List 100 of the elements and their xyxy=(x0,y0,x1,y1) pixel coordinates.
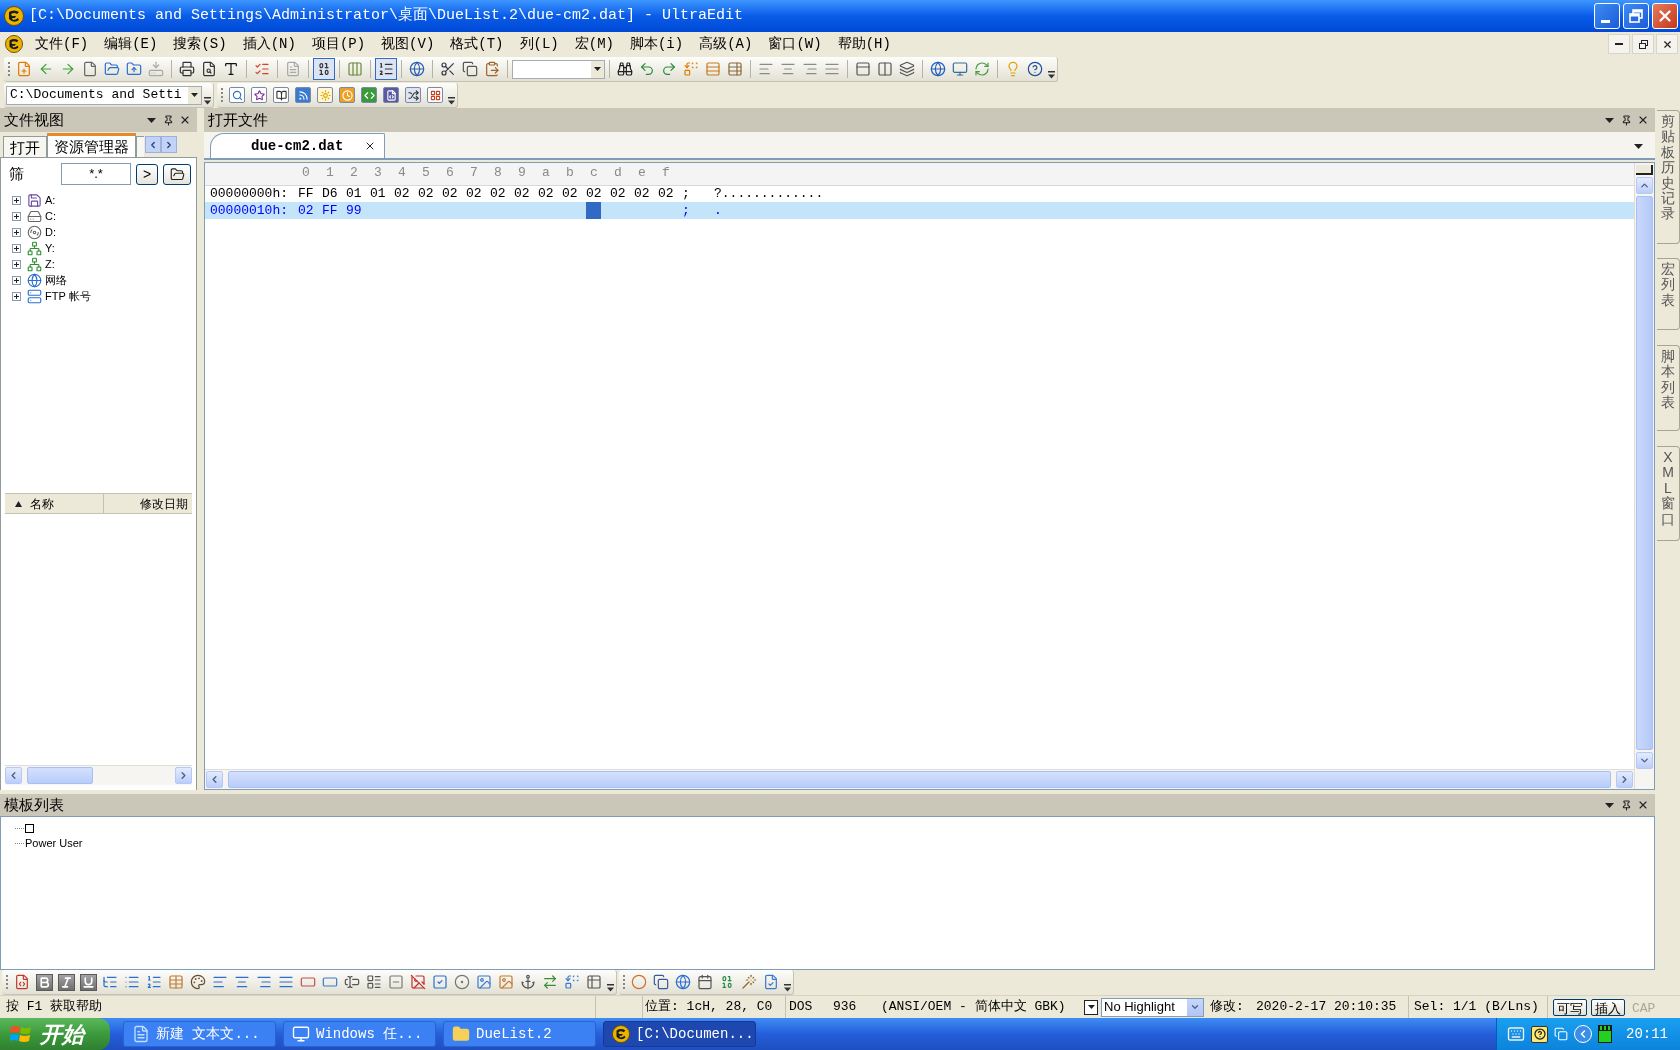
chevron-left-icon[interactable] xyxy=(1574,1025,1592,1043)
apply-filter-button[interactable]: > xyxy=(136,163,158,185)
shuffle-tile-icon[interactable] xyxy=(405,87,421,103)
scroll-right-button[interactable] xyxy=(1616,771,1633,788)
column-header[interactable]: 名称 xyxy=(5,494,104,513)
tree-item[interactable]: Z: xyxy=(45,255,55,273)
search-tile-icon[interactable] xyxy=(229,87,245,103)
close-icon[interactable] xyxy=(364,140,376,152)
dropdown-icon[interactable] xyxy=(1605,802,1614,808)
side-tab[interactable]: 脚本列表 xyxy=(1657,345,1680,431)
underline-icon[interactable] xyxy=(79,973,97,991)
help-icon[interactable] xyxy=(1531,1025,1548,1043)
scroll-left-button[interactable] xyxy=(206,771,223,788)
grip-icon[interactable] xyxy=(623,975,626,989)
tab-scroll-right-button[interactable] xyxy=(161,136,177,153)
grip-icon[interactable] xyxy=(6,975,9,989)
taskbar-button[interactable]: DueList.2 xyxy=(443,1021,596,1047)
panel-tab[interactable] xyxy=(136,136,144,157)
highlight-select[interactable]: No Highlight xyxy=(1101,997,1204,1017)
grip-icon[interactable] xyxy=(221,88,224,102)
restore-button[interactable] xyxy=(1632,34,1654,54)
path-combo-box[interactable]: C:\Documents and Setti xyxy=(6,85,202,105)
menu-item[interactable]: 编辑(E) xyxy=(96,33,166,55)
code-tile-icon[interactable] xyxy=(361,87,377,103)
vertical-scrollbar[interactable] xyxy=(1635,175,1654,769)
file-tab[interactable]: due-cm2.dat xyxy=(210,133,385,158)
close-icon[interactable] xyxy=(1637,799,1649,811)
taskbar-button[interactable]: Windows 任... xyxy=(283,1021,436,1047)
tree-item[interactable]: FTP 帐号 xyxy=(45,287,91,305)
menu-item[interactable]: 视图(V) xyxy=(373,33,443,55)
tree-item[interactable]: D: xyxy=(45,223,56,241)
menu-item[interactable]: 高级(A) xyxy=(691,33,761,55)
scroll-right-button[interactable] xyxy=(175,767,192,784)
expand-plus-icon[interactable] xyxy=(12,211,21,221)
dropdown-arrow-icon[interactable] xyxy=(191,93,198,97)
dropdown-button[interactable] xyxy=(1084,999,1098,1015)
start-button[interactable]: 开始 xyxy=(0,1018,110,1050)
menu-item[interactable]: 帮助(H) xyxy=(829,33,899,55)
splitter-handle[interactable] xyxy=(1636,165,1653,175)
taskbar-button[interactable]: [C:\Documen... xyxy=(603,1021,756,1047)
overflow-chevron-icon[interactable] xyxy=(607,984,614,992)
sun-tile-icon[interactable] xyxy=(317,87,333,103)
side-tab[interactable]: 剪贴板历史记录 xyxy=(1657,110,1680,244)
menu-item[interactable]: 列(L) xyxy=(511,33,567,55)
feed-tile-icon[interactable] xyxy=(295,87,311,103)
side-tab[interactable]: 宏列表 xyxy=(1657,258,1680,330)
close-icon[interactable] xyxy=(1637,114,1649,126)
status-toggle[interactable]: 可写 xyxy=(1553,998,1587,1016)
copy-icon[interactable] xyxy=(1554,1027,1568,1041)
expand-plus-icon[interactable] xyxy=(12,243,21,253)
scroll-down-button[interactable] xyxy=(1636,752,1653,769)
filter-input[interactable]: *.* xyxy=(61,163,131,185)
menu-item[interactable]: 脚本(i) xyxy=(621,33,692,55)
scrollbar-thumb[interactable] xyxy=(27,767,93,784)
dropdown-icon[interactable] xyxy=(1605,117,1614,123)
dropdown-arrow-icon[interactable] xyxy=(594,67,601,71)
close-icon[interactable] xyxy=(179,114,191,126)
status-toggle[interactable]: 插入 xyxy=(1591,998,1625,1016)
star-tile-icon[interactable] xyxy=(251,87,267,103)
dropdown-icon[interactable] xyxy=(1634,144,1643,149)
grip-icon[interactable] xyxy=(8,62,11,76)
tree-item[interactable]: Power User xyxy=(25,835,83,852)
tree-item[interactable]: C: xyxy=(45,207,56,225)
code-file-tile-icon[interactable] xyxy=(383,87,399,103)
minimize-button[interactable] xyxy=(1608,34,1630,54)
dropdown-icon[interactable] xyxy=(147,117,156,123)
panel-tab[interactable]: 打开 xyxy=(3,136,47,157)
menu-item[interactable]: 插入(N) xyxy=(234,33,304,55)
expand-plus-icon[interactable] xyxy=(12,259,21,269)
overflow-chevron-icon[interactable] xyxy=(1048,71,1055,79)
menu-item[interactable]: 项目(P) xyxy=(303,33,374,55)
bold-icon[interactable] xyxy=(35,973,53,991)
expand-plus-icon[interactable] xyxy=(12,195,21,205)
tree-item[interactable]: Y: xyxy=(45,239,55,257)
menu-item[interactable]: 搜索(S) xyxy=(165,33,235,55)
book-tile-icon[interactable] xyxy=(273,87,289,103)
taskbar-button[interactable]: 新建 文本文... xyxy=(123,1021,276,1047)
expand-plus-icon[interactable] xyxy=(12,275,21,285)
close-button[interactable] xyxy=(1656,34,1678,54)
browse-folder-button[interactable] xyxy=(163,163,191,185)
overflow-chevron-icon[interactable] xyxy=(784,984,791,992)
italic-icon[interactable] xyxy=(57,973,75,991)
overflow-chevron-icon[interactable] xyxy=(448,97,455,105)
menu-item[interactable]: 窗口(W) xyxy=(760,33,830,55)
tab-scroll-left-button[interactable] xyxy=(145,136,161,153)
scroll-left-button[interactable] xyxy=(5,767,22,784)
pin-icon[interactable] xyxy=(1621,799,1632,811)
menu-item[interactable]: 格式(T) xyxy=(442,33,512,55)
overflow-chevron-icon[interactable] xyxy=(204,97,211,105)
expand-plus-icon[interactable] xyxy=(12,227,21,237)
scrollbar-thumb[interactable] xyxy=(1636,196,1653,750)
clock-tile-icon[interactable] xyxy=(339,87,355,103)
toolbar-button[interactable] xyxy=(313,58,335,80)
menu-item[interactable]: 文件(F) xyxy=(27,33,97,55)
side-tab[interactable]: XML 窗口 xyxy=(1657,446,1680,541)
horizontal-scrollbar[interactable] xyxy=(5,765,192,785)
panel-tab[interactable]: 资源管理器 xyxy=(47,133,136,157)
scrollbar-thumb[interactable] xyxy=(228,771,1611,788)
expand-plus-icon[interactable] xyxy=(12,291,21,301)
menu-item[interactable]: 宏(M) xyxy=(566,33,622,55)
